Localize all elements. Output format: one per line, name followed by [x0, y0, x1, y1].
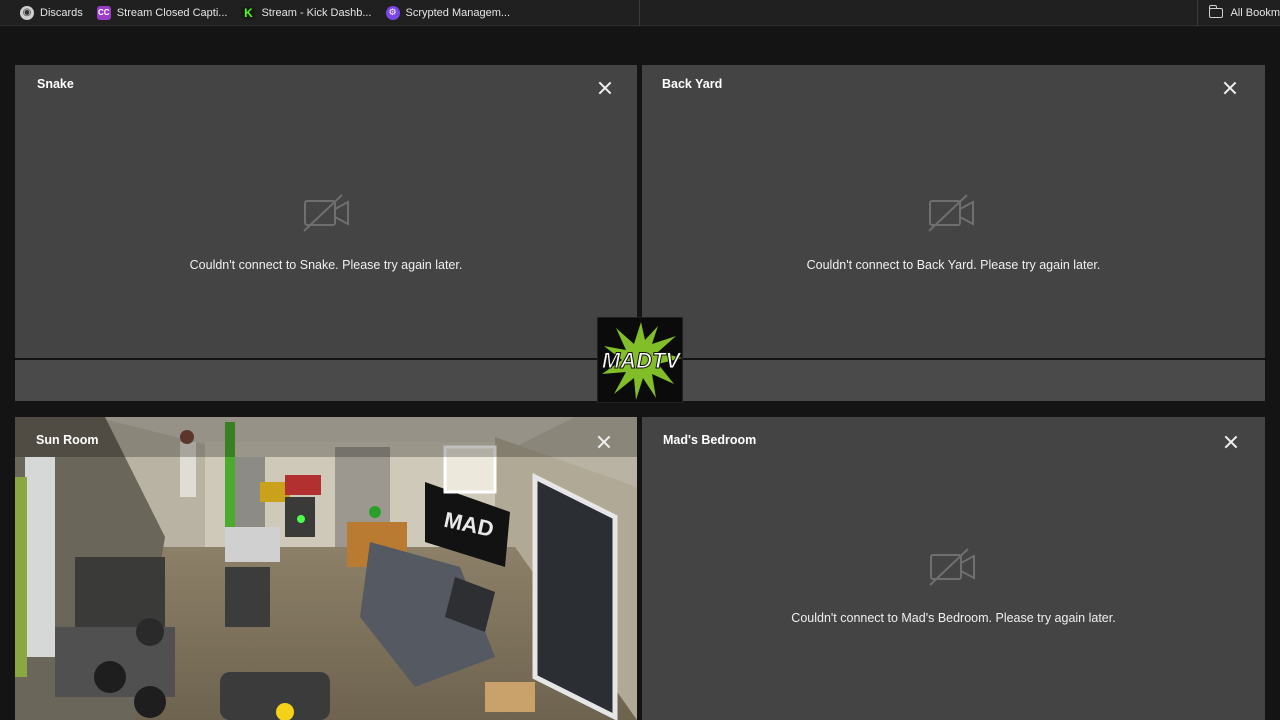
camera-panel-sun-room: MAD Sun Room	[15, 417, 637, 720]
camera-off-icon	[928, 194, 974, 232]
camera-title: Sun Room	[36, 433, 99, 447]
camera-title: Mad's Bedroom	[663, 433, 757, 447]
globe-icon: ◉	[20, 5, 34, 20]
divider	[639, 0, 640, 26]
bookmark-label: Stream Closed Capti...	[116, 6, 228, 19]
bookmarks-bar: ◉ Discards CC Stream Closed Capti... K S…	[0, 0, 1280, 26]
camera-off-icon	[929, 548, 975, 586]
kick-icon: K	[241, 5, 256, 20]
divider	[1197, 0, 1198, 26]
all-bookmarks-button[interactable]: All Bookm	[1208, 0, 1280, 26]
close-button[interactable]	[1222, 433, 1240, 451]
camera-panel-snake: Snake Couldn't connect to Snake. Please …	[15, 65, 637, 358]
camera-panel-back-yard: Back Yard Couldn't connect to Back Yard.…	[642, 65, 1265, 358]
bookmark-scrypted[interactable]: ⚙ Scrypted Managem...	[385, 0, 511, 26]
connection-error-text: Couldn't connect to Snake. Please try ag…	[189, 258, 463, 272]
folder-icon	[1208, 5, 1224, 18]
camera-feed-image: MAD	[15, 417, 637, 720]
panel-footer-strip	[642, 360, 1265, 401]
bookmark-label: Scrypted Managem...	[405, 6, 511, 19]
close-button[interactable]	[595, 433, 613, 451]
closed-caption-icon: CC	[96, 5, 111, 20]
camera-panel-mads-bedroom: Mad's Bedroom Couldn't connect to Mad's …	[642, 417, 1265, 720]
madtv-logo: MADTV	[597, 317, 683, 403]
connection-error-text: Couldn't connect to Mad's Bedroom. Pleas…	[791, 611, 1116, 625]
close-button[interactable]	[1221, 79, 1239, 97]
bookmark-label: Discards	[40, 6, 83, 19]
bookmark-label: Stream - Kick Dashb...	[261, 6, 372, 19]
connection-error-text: Couldn't connect to Back Yard. Please tr…	[806, 258, 1101, 272]
scrypted-icon: ⚙	[385, 5, 400, 20]
bookmark-kick-dashboard[interactable]: K Stream - Kick Dashb...	[241, 0, 372, 26]
logo-image: MADTV	[601, 322, 683, 400]
bookmark-discards[interactable]: ◉ Discards	[20, 0, 83, 26]
camera-grid: Snake Couldn't connect to Snake. Please …	[0, 27, 1280, 720]
camera-title: Back Yard	[662, 77, 723, 91]
bookmark-stream-closed-captions[interactable]: CC Stream Closed Capti...	[96, 0, 228, 26]
camera-off-icon	[303, 194, 349, 232]
close-button[interactable]	[596, 79, 614, 97]
all-bookmarks-label: All Bookm	[1230, 7, 1280, 19]
camera-title: Snake	[37, 77, 74, 91]
logo-text: MADTV	[602, 348, 683, 373]
panel-footer-strip	[15, 360, 637, 401]
